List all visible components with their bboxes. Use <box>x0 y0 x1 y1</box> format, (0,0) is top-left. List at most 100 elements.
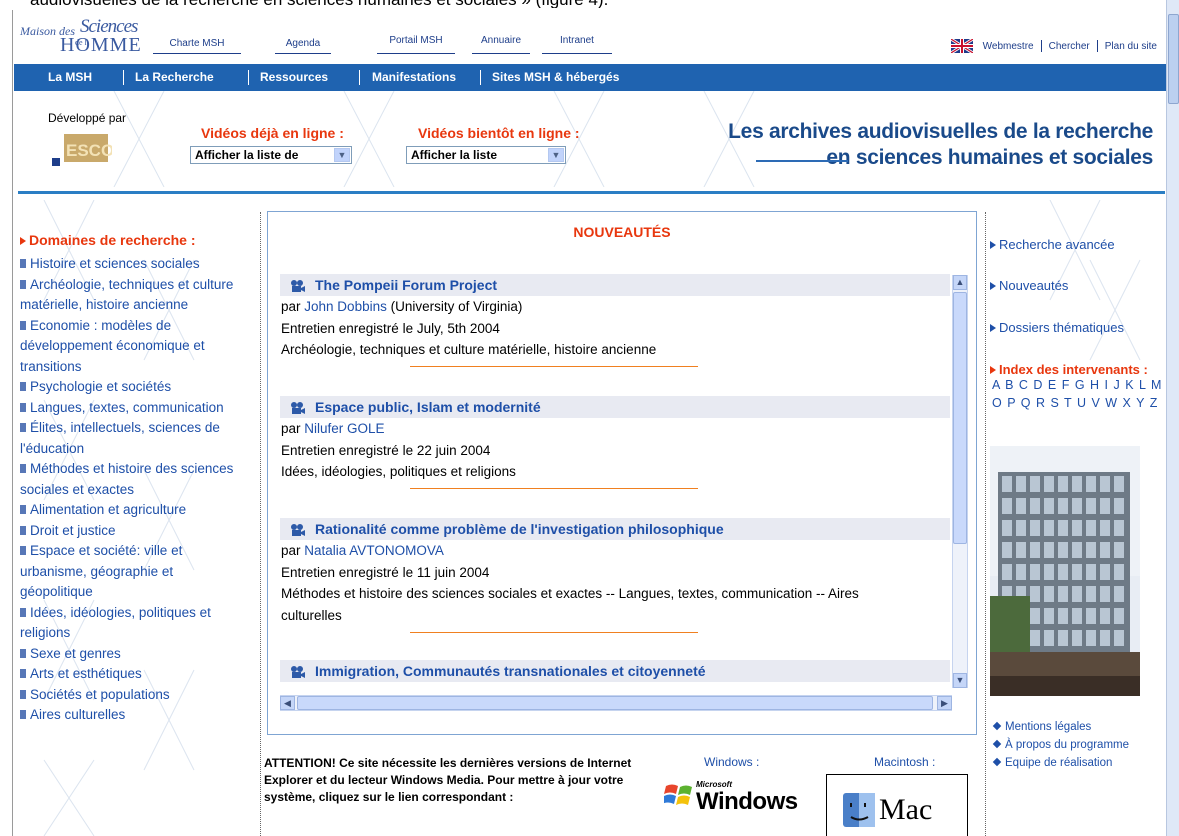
domain-link[interactable]: Sociétés et populations <box>14 685 246 706</box>
mentions-legales-link[interactable]: Mentions légales <box>992 721 1091 733</box>
videos-online-label: Vidéos déjà en ligne : <box>201 125 344 141</box>
escom-logo[interactable]: ESCOM <box>52 134 112 168</box>
banner-title: Les archives audiovisuelles de la recher… <box>728 119 1153 171</box>
author-link[interactable]: John Dobbins <box>304 299 387 314</box>
mac-finder-icon <box>843 793 875 827</box>
domain-link[interactable]: Élites, intellectuels, sciences de l'édu… <box>14 418 246 459</box>
news-panel: NOUVEAUTÉS The Pompeii Forum Project par… <box>267 211 977 735</box>
nav-ressources[interactable]: Ressources <box>260 64 328 91</box>
by-label: par <box>281 299 301 314</box>
chevron-down-icon[interactable]: ▼ <box>334 148 350 162</box>
news-item-title[interactable]: Rationalité comme problème de l'investig… <box>280 518 950 540</box>
column-separator <box>985 212 986 836</box>
news-vertical-scrollbar[interactable]: ▲ ▼ <box>952 275 968 688</box>
main-nav: La MSH La Recherche Ressources Manifesta… <box>14 64 1169 91</box>
msh-logo[interactable]: Maison des Sciences de l' HOMME <box>20 16 152 58</box>
domain-link-text: Alimentation et agriculture <box>30 502 187 517</box>
videos-online-select[interactable]: Afficher la liste de ▼ <box>190 146 352 164</box>
page-vertical-scrollbar[interactable] <box>1166 0 1179 836</box>
domain-link[interactable]: Archéologie, techniques et culture matér… <box>14 275 246 316</box>
header-utility-links: Webmestre Chercher Plan du site <box>950 36 1157 56</box>
windows-logo-link[interactable]: Microsoft Windows <box>664 776 814 816</box>
scroll-up-icon[interactable]: ▲ <box>953 275 967 290</box>
svg-text:ESCOM: ESCOM <box>66 141 112 160</box>
domain-link[interactable]: Espace et société: ville et urbanisme, g… <box>14 541 246 603</box>
separator <box>1040 40 1042 52</box>
scrollbar-thumb[interactable] <box>953 292 967 544</box>
author-link[interactable]: Nilufer GOLE <box>304 421 384 436</box>
developed-by-label: Développé par <box>48 111 127 125</box>
nav-separator <box>359 70 360 85</box>
domain-link-text: Psychologie et sociétés <box>30 379 172 394</box>
domain-link[interactable]: Idées, idéologies, politiques et religio… <box>14 603 246 644</box>
advanced-search-link[interactable]: Recherche avancée <box>990 237 1115 252</box>
diamond-bullet-icon <box>992 739 1002 749</box>
speakers-index-letters-2[interactable]: O P Q R S T U V W X Y Z <box>992 396 1158 410</box>
domain-link[interactable]: Droit et justice <box>14 521 246 542</box>
domain-link[interactable]: Sexe et genres <box>14 644 246 665</box>
logo-text-3: HOMME <box>60 34 142 56</box>
domain-link[interactable]: Arts et esthétiques <box>14 664 246 685</box>
speakers-index-title-text: Index des intervenants : <box>999 362 1148 377</box>
diamond-bullet-icon <box>992 721 1002 731</box>
nav-sites-msh[interactable]: Sites MSH & hébergés <box>492 64 619 91</box>
nouveautes-link[interactable]: Nouveautés <box>990 278 1068 293</box>
windows-flag-icon <box>664 784 692 805</box>
speakers-index-letters-1[interactable]: A B C D E F G H I J K L M N <box>992 378 1177 392</box>
domain-link-text: Economie : modèles de développement écon… <box>20 317 205 374</box>
column-separator <box>260 212 261 836</box>
chercher-link[interactable]: Chercher <box>1049 41 1090 52</box>
news-item-title[interactable]: Espace public, Islam et modernité <box>280 396 950 418</box>
videos-soon-select[interactable]: Afficher la liste ▼ <box>406 146 566 164</box>
webmestre-link[interactable]: Webmestre <box>983 41 1034 52</box>
news-item-title-text: Immigration, Communautés transnationales… <box>315 663 706 679</box>
dossiers-thematiques-link[interactable]: Dossiers thématiques <box>990 320 1124 335</box>
nav-manifestations[interactable]: Manifestations <box>372 64 456 91</box>
news-item-title[interactable]: The Pompeii Forum Project <box>280 274 950 296</box>
domain-link-text: Élites, intellectuels, sciences de l'édu… <box>20 420 220 456</box>
news-separator <box>410 632 698 633</box>
news-item-title[interactable]: Immigration, Communautés transnationales… <box>280 660 950 682</box>
square-bullet-icon <box>20 546 26 555</box>
about-program-link[interactable]: À propos du programme <box>992 739 1130 751</box>
domain-link[interactable]: Alimentation et agriculture <box>14 500 246 521</box>
news-item-date: Entretien enregistré le 22 juin 2004 <box>281 442 491 458</box>
news-item-domains: Idées, idéologies, politiques et religio… <box>281 464 516 479</box>
domain-link-text: Aires culturelles <box>30 707 126 722</box>
uk-flag-icon[interactable] <box>950 39 973 53</box>
tab-charte-msh[interactable]: Charte MSH <box>153 38 241 54</box>
domain-link-text: Archéologie, techniques et culture matér… <box>20 276 234 313</box>
scrollbar-thumb[interactable] <box>297 696 933 710</box>
square-bullet-icon <box>20 669 26 678</box>
author-link[interactable]: Natalia AVTONOMOVA <box>304 543 444 558</box>
domain-link-text: Méthodes et histoire des sciences social… <box>20 461 234 497</box>
chevron-down-icon[interactable]: ▼ <box>548 148 564 162</box>
scroll-right-icon[interactable]: ▶ <box>937 696 952 710</box>
news-horizontal-scrollbar[interactable]: ◀ ▶ <box>280 695 952 711</box>
tab-portail-msh[interactable]: Portail MSH <box>377 35 455 54</box>
nav-la-msh[interactable]: La MSH <box>48 64 92 91</box>
windows-text: Windows <box>696 788 798 815</box>
tab-agenda[interactable]: Agenda <box>275 38 331 54</box>
domain-link[interactable]: Méthodes et histoire des sciences social… <box>14 459 246 500</box>
tab-intranet[interactable]: Intranet <box>542 35 612 54</box>
scroll-left-icon[interactable]: ◀ <box>280 696 295 710</box>
advanced-search-text: Recherche avancée <box>999 237 1115 252</box>
domain-link-text: Espace et société: ville et urbanisme, g… <box>20 543 183 599</box>
domain-link[interactable]: Langues, textes, communication <box>14 398 246 419</box>
domain-link[interactable]: Economie : modèles de développement écon… <box>14 316 246 378</box>
plan-du-site-link[interactable]: Plan du site <box>1105 41 1157 52</box>
scroll-down-icon[interactable]: ▼ <box>953 673 967 688</box>
nav-la-recherche[interactable]: La Recherche <box>135 64 214 91</box>
domain-link[interactable]: Psychologie et sociétés <box>14 377 246 398</box>
team-link[interactable]: Equipe de réalisation <box>992 757 1112 769</box>
domain-link[interactable]: Histoire et sciences sociales <box>14 254 246 275</box>
square-bullet-icon <box>20 689 26 699</box>
news-list[interactable]: The Pompeii Forum Project par John Dobbi… <box>280 270 972 690</box>
domain-link[interactable]: Aires culturelles <box>14 705 246 726</box>
mac-logo-link[interactable]: Mac <box>826 774 968 836</box>
tab-annuaire[interactable]: Annuaire <box>472 35 530 54</box>
scrollbar-thumb[interactable] <box>1168 14 1179 104</box>
video-camera-icon <box>291 280 305 293</box>
about-program-text: À propos du programme <box>1005 739 1130 751</box>
